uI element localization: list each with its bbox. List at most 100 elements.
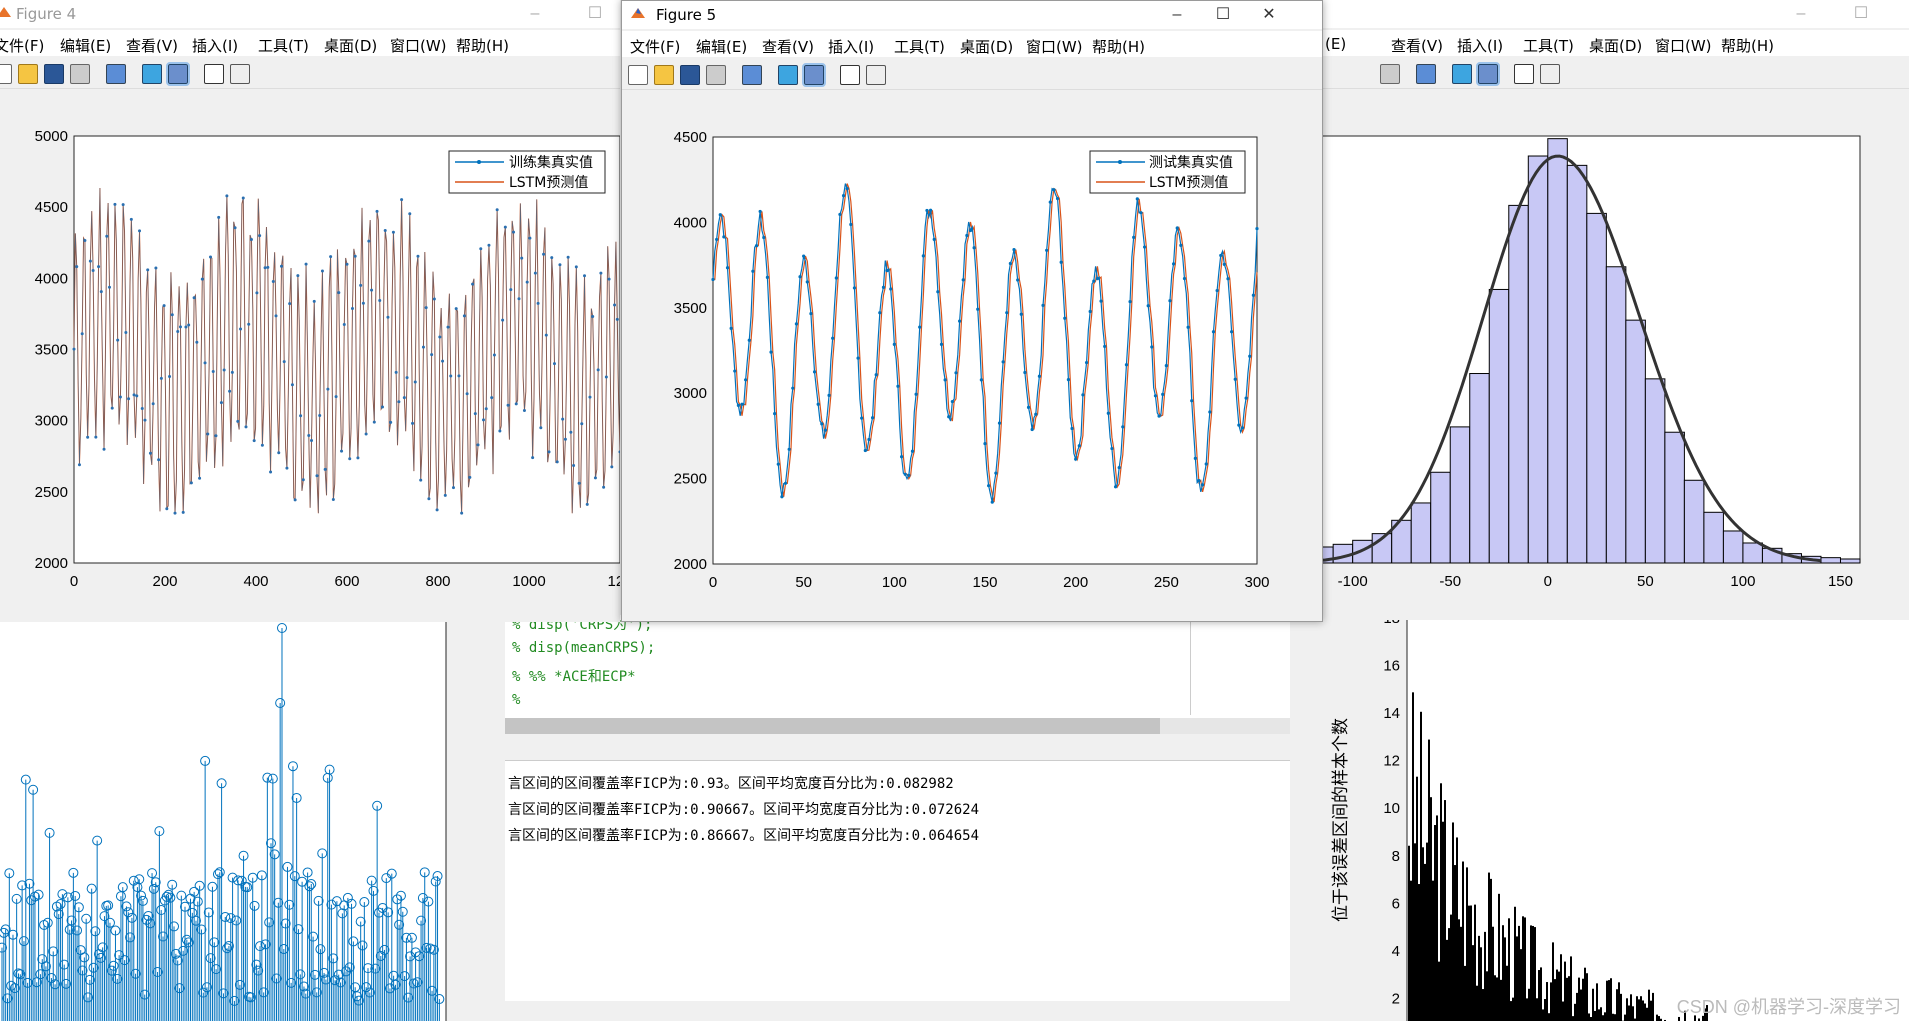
fig5-true-point — [1070, 426, 1074, 431]
fig4-true-point — [427, 497, 431, 501]
pointer-icon[interactable] — [840, 65, 860, 85]
print-preview-icon[interactable] — [1416, 64, 1436, 84]
fig4-true-point — [255, 291, 259, 295]
fig5-area: 4500 4000 3500 3000 2500 2000 0 50 100 150 200 250… — [622, 91, 1322, 621]
fig5-menu-item[interactable]: 窗口(W) — [1026, 36, 1083, 57]
fig5-true-point — [1055, 196, 1060, 201]
fig5-true-point — [1016, 278, 1020, 282]
fig5-true-point — [1251, 293, 1255, 297]
fig5-legend[interactable]: 测试集真实值 LSTM预测值 — [1089, 150, 1246, 194]
fig4-menu-item[interactable]: 插入(I) — [192, 35, 238, 56]
right-menu-item[interactable]: (E) — [1325, 35, 1346, 53]
maximize-button[interactable]: ☐ — [572, 0, 618, 28]
pointer-icon[interactable] — [1514, 64, 1534, 84]
fig5-true-point — [1222, 262, 1226, 266]
hist2-bar — [1562, 1001, 1564, 1021]
fig5-true-point — [1240, 426, 1245, 430]
right-menu-item[interactable]: 插入(I) — [1457, 35, 1503, 56]
hist2-bar — [1578, 977, 1580, 1021]
insert-legend-icon[interactable] — [166, 62, 190, 86]
fig5-true-point — [856, 356, 860, 360]
fig4-true-point — [451, 486, 455, 490]
hist-bar — [1839, 558, 1861, 564]
hist2-ytick-label: 8 — [1392, 848, 1400, 865]
maximize-button[interactable]: ☐ — [1838, 0, 1884, 28]
link-plot-icon[interactable] — [142, 64, 162, 84]
hist2-bar — [1478, 935, 1480, 1021]
hist2-bar — [1534, 927, 1536, 1021]
hist2-bar — [1468, 905, 1470, 1021]
print-icon[interactable] — [70, 64, 90, 84]
hist2-ytick-label: 4 — [1392, 943, 1400, 960]
fig4-menu-item[interactable]: 查看(V) — [126, 35, 178, 56]
fig4-menu-item[interactable]: 文件(F) — [0, 35, 44, 56]
right-menu-item[interactable]: 窗口(W) — [1655, 35, 1712, 56]
fig5-menu-item[interactable]: 桌面(D) — [960, 36, 1013, 57]
link-plot-icon[interactable] — [1452, 64, 1472, 84]
fig5-true-point — [990, 500, 994, 504]
print-preview-icon[interactable] — [742, 65, 762, 85]
link-plot-icon[interactable] — [778, 65, 798, 85]
property-inspector-icon[interactable] — [1540, 64, 1560, 84]
fig4-menu-item[interactable]: 窗口(W) — [390, 35, 447, 56]
right-menu-item[interactable]: 帮助(H) — [1721, 35, 1774, 56]
fig5-menu-item[interactable]: 文件(F) — [630, 36, 680, 57]
fig4-menu-item[interactable]: 编辑(E) — [60, 35, 111, 56]
open-folder-icon[interactable] — [18, 64, 38, 84]
fig4-true-point — [146, 268, 150, 272]
hist2-bar — [1448, 928, 1450, 1021]
fig4-menu-item[interactable]: 帮助(H) — [456, 35, 509, 56]
minimize-button[interactable]: – — [1154, 1, 1200, 29]
property-inspector-icon[interactable] — [866, 65, 886, 85]
fig5-true-point — [1084, 360, 1089, 365]
fig5-true-point — [1128, 299, 1132, 304]
hist2-bar — [1476, 985, 1478, 1021]
fig5-true-point — [773, 412, 777, 416]
hist2-ytick-label: 6 — [1392, 895, 1400, 912]
minimize-button[interactable]: – — [1778, 0, 1824, 28]
fig5-true-point — [1099, 299, 1103, 303]
fig4-true-point — [107, 285, 111, 289]
fig5-menu-item[interactable]: 插入(I) — [828, 36, 874, 57]
right-menu-item[interactable]: 工具(T) — [1523, 35, 1574, 56]
print-preview-icon[interactable] — [106, 64, 126, 84]
fig4-true-point — [91, 269, 95, 273]
right-menu-item[interactable]: 查看(V) — [1391, 35, 1443, 56]
fig4-true-point — [241, 196, 245, 200]
fig5-legend-item-1: 测试集真实值 — [1149, 154, 1233, 171]
fig5-true-point — [1215, 288, 1219, 293]
hist2-bar — [1506, 965, 1508, 1021]
hist2-bar — [1580, 989, 1582, 1021]
editor-scroll-thumb[interactable] — [505, 718, 1160, 734]
hist2-bar — [1416, 776, 1418, 1021]
right-menu-item[interactable]: 桌面(D) — [1589, 35, 1642, 56]
fig5-menu-item[interactable]: 工具(T) — [894, 36, 945, 57]
save-icon[interactable] — [44, 64, 64, 84]
fig4-menu-item[interactable]: 工具(T) — [258, 35, 309, 56]
close-button[interactable]: ✕ — [1246, 1, 1292, 29]
open-folder-icon[interactable] — [654, 65, 674, 85]
fig5-menu-item[interactable]: 帮助(H) — [1092, 36, 1145, 57]
print-icon[interactable] — [706, 65, 726, 85]
fig4-true-point — [116, 338, 120, 342]
fig4-true-point — [572, 464, 576, 468]
property-inspector-icon[interactable] — [230, 64, 250, 84]
pointer-icon[interactable] — [204, 64, 224, 84]
insert-legend-icon[interactable] — [1476, 62, 1500, 86]
fig4-legend[interactable]: 训练集真实值 LSTM预测值 — [448, 150, 606, 194]
fig4-menu-item[interactable]: 桌面(D) — [324, 35, 377, 56]
fig4-true-point — [83, 238, 87, 242]
fig4-true-point — [525, 280, 529, 284]
hist2-bar — [1526, 998, 1528, 1021]
maximize-button[interactable]: ☐ — [1200, 1, 1246, 29]
insert-legend-icon[interactable] — [802, 63, 826, 87]
fig5-true-point — [831, 336, 835, 340]
minimize-button[interactable]: – — [512, 0, 558, 28]
new-file-icon[interactable] — [0, 64, 12, 84]
new-file-icon[interactable] — [628, 65, 648, 85]
fig4-true-point — [462, 314, 466, 318]
save-icon[interactable] — [680, 65, 700, 85]
fig5-menu-item[interactable]: 编辑(E) — [696, 36, 747, 57]
print-icon[interactable] — [1380, 64, 1400, 84]
fig5-menu-item[interactable]: 查看(V) — [762, 36, 814, 57]
